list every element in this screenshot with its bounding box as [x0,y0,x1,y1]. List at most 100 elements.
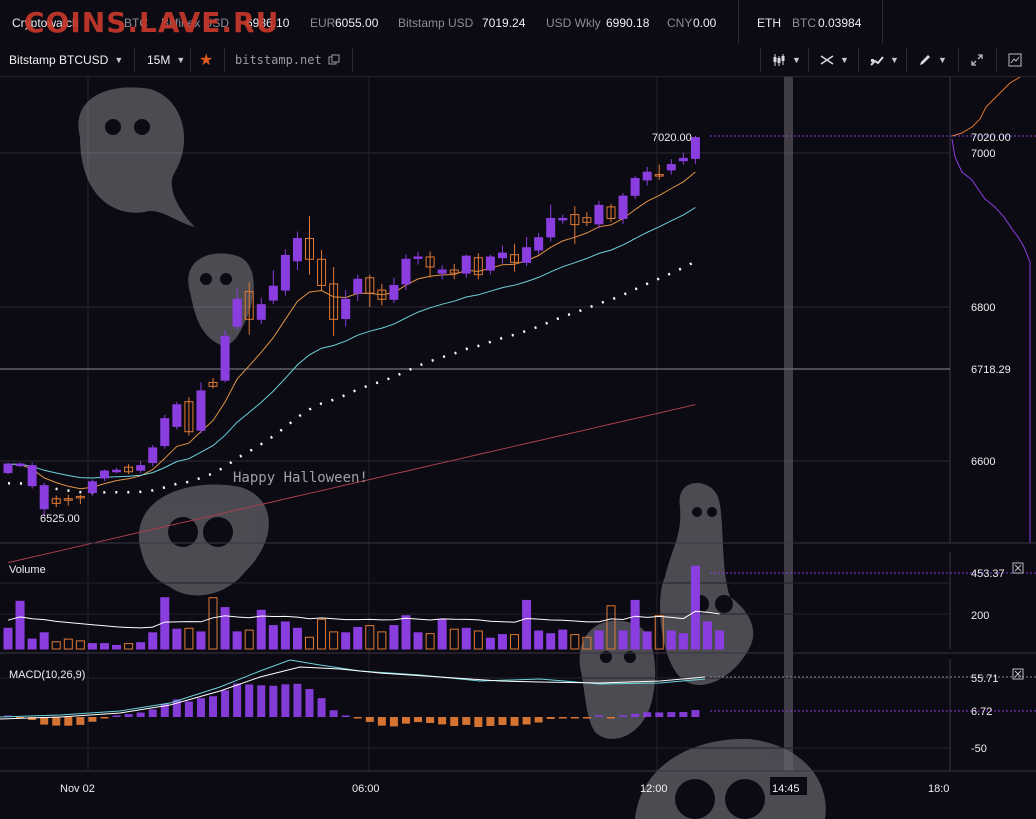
volume-panel-title: Volume [9,564,46,576]
candle-body [401,258,411,285]
favorite-star-icon[interactable]: ★ [199,44,213,76]
volume-bar [329,631,339,650]
ticker-divider [882,0,883,44]
candle-body [341,298,351,320]
macd-histogram-bar [522,717,531,725]
happy-halloween-overlay: Happy Halloween! [233,470,368,486]
draw-tools-button[interactable]: ▼ [918,44,947,76]
candle-body [268,285,278,301]
exchange-link-label: bitstamp.net [235,53,322,67]
ticker-eth-btc-value: 0.03984 [818,16,862,30]
macd-histogram-bar [329,710,338,717]
candles-menu-button[interactable]: ▼ [772,44,801,76]
macd-histogram-bar [570,717,579,719]
volume-bar [546,633,556,650]
snapshot-button[interactable] [1008,44,1022,76]
candle-body [3,463,13,474]
external-link-icon [328,54,340,65]
volume-bar [353,626,363,650]
chevron-down-icon: ▼ [176,55,186,65]
ticker-cny-label[interactable]: CNY [667,16,692,30]
ema-fast-line [7,171,696,490]
close-icon[interactable] [1014,670,1022,678]
close-icon[interactable] [1014,564,1022,572]
macd-histogram-bar [293,683,302,717]
volume-bar [630,599,640,650]
ghost-decoration [78,87,195,227]
volume-bar [27,638,37,650]
volume-bar [51,641,61,650]
volume-bar [208,597,218,650]
macd-panel: MACD(10,26,9) 55.71 6.72 -50 [0,659,1036,771]
macd-histogram-bar [40,717,49,725]
chart-area[interactable]: Happy Halloween! 7020.00 6525.00 7020.00… [0,77,1036,819]
macd-histogram-bar [474,717,483,727]
candle-body [112,469,122,473]
interval-selector[interactable]: 15M ▼ [147,44,185,76]
macd-panel-title: MACD(10,26,9) [9,669,85,681]
ghost-decoration [188,253,254,346]
macd-histogram-bar [450,717,459,726]
moving-average-lines [7,171,696,564]
macd-histogram-bar [631,713,640,717]
candle-body [148,447,158,464]
depth-bid-line [951,138,1031,543]
last-price-tag: 7020.00 [971,132,1011,144]
ticker-eth-btc-label[interactable]: BTC [792,16,816,30]
time-axis-label: Nov 02 [60,783,95,795]
chart-toolbar: Bitstamp BTCUSD ▼ 15M ▼ ★ bitstamp.net ▼ ▼… [0,44,1036,77]
volume-bar [413,632,423,650]
volume-bar [87,643,97,650]
candle-body [534,237,544,251]
volume-bar [715,630,725,650]
chevron-down-icon: ▼ [890,55,899,65]
macd-histogram-bar [655,712,664,717]
ticker-bitstamp-label[interactable]: Bitstamp USD [398,16,473,30]
fullscreen-button[interactable] [970,44,984,76]
volume-close-button[interactable] [1012,562,1024,574]
toolbar-divider [858,48,859,72]
indicators-icon [820,55,834,65]
macd-histogram-bar [52,717,61,726]
ticker-eur-label[interactable]: EUR [310,16,335,30]
macd-hist-tag: 6.72 [971,706,992,718]
toolbar-divider [352,48,353,72]
volume-bar [558,629,568,650]
volume-bar [401,615,411,650]
interval-selector-label: 15M [147,53,171,67]
toolbar-divider [134,48,135,72]
macd-histogram-bar [643,712,652,717]
macd-histogram-bar [100,717,109,719]
volume-bar [244,629,254,650]
macd-histogram-bar [582,717,591,719]
y-axis-label: 7000 [971,148,995,160]
low-price-label: 6525.00 [40,513,80,525]
volume-bar [317,618,327,650]
ghost-eye [105,119,121,135]
compare-menu-button[interactable]: ▼ [870,44,899,76]
time-cursor-label: 14:45 [772,783,800,795]
volume-bar [268,625,278,650]
market-selector[interactable]: Bitstamp BTCUSD ▼ [9,44,123,76]
volume-bar [124,643,134,650]
toolbar-divider [996,48,997,72]
ghost-eye [692,507,702,517]
macd-histogram-bar [317,698,326,717]
candle-body [558,217,568,221]
macd-histogram-bar [196,698,205,717]
volume-y-axis-label: 200 [971,610,989,622]
macd-histogram-bar [221,690,230,717]
volume-bar [280,621,290,650]
macd-histogram-bar [558,717,567,719]
macd-histogram-bar [365,717,374,722]
macd-histogram-bar [124,714,133,717]
ticker-weekly-label[interactable]: USD Wkly [546,16,601,30]
macd-histogram-bar [88,717,97,722]
toolbar-divider [906,48,907,72]
volume-bar [389,625,399,650]
exchange-link[interactable]: bitstamp.net [235,44,340,76]
ticker-cny-value: 0.00 [693,16,717,30]
indicators-menu-button[interactable]: ▼ [820,44,849,76]
volume-bar [172,628,182,650]
fullscreen-icon [971,54,983,66]
